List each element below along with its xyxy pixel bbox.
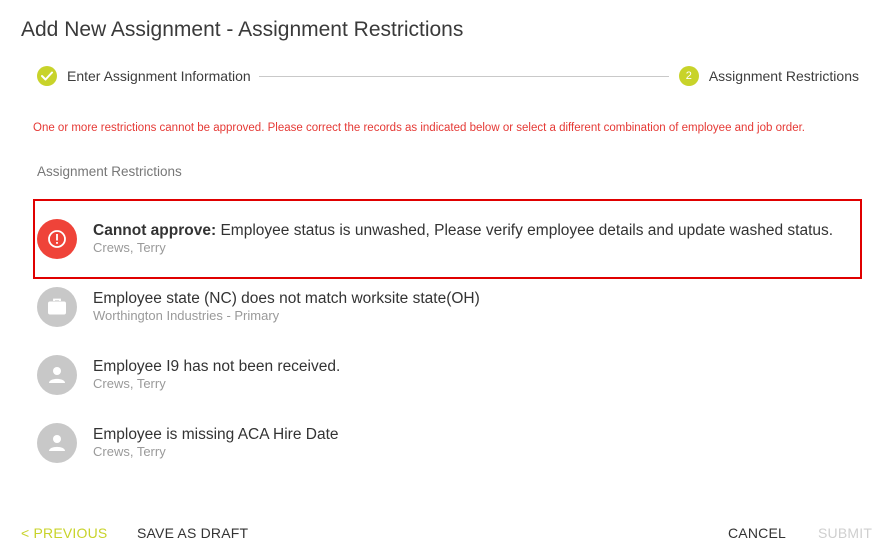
- restriction-prefix: Cannot approve:: [93, 222, 217, 239]
- restriction-message: Employee state (NC) does not match works…: [93, 290, 480, 307]
- dialog-title: Add New Assignment - Assignment Restrict…: [21, 18, 464, 41]
- restriction-item: Cannot approve: Employee status is unwas…: [37, 219, 833, 259]
- section-label: Assignment Restrictions: [37, 164, 182, 179]
- error-message: One or more restrictions cannot be appro…: [33, 122, 805, 134]
- step-number: 2: [678, 66, 699, 86]
- restriction-message: Cannot approve: Employee status is unwas…: [93, 222, 834, 239]
- step-assignment-restrictions[interactable]: 2 Assignment Restrictions: [678, 66, 859, 86]
- save-as-draft-button[interactable]: SAVE AS DRAFT: [137, 525, 248, 541]
- alert-circle-icon: [37, 219, 77, 259]
- cancel-button[interactable]: CANCEL: [728, 525, 786, 541]
- step-label: Assignment Restrictions: [708, 68, 859, 84]
- restriction-subtitle: Crews, Terry: [93, 240, 166, 255]
- step-connector: [258, 75, 669, 77]
- submit-button[interactable]: SUBMIT: [818, 525, 872, 541]
- restriction-message: Employee I9 has not been received.: [93, 358, 341, 375]
- restriction-subtitle: Crews, Terry: [93, 444, 166, 459]
- restriction-message: Employee is missing ACA Hire Date: [93, 426, 339, 443]
- stepper: Enter Assignment Information 2 Assignmen…: [37, 66, 859, 86]
- check-icon: [37, 66, 57, 86]
- restriction-item: Employee I9 has not been received. Crews…: [37, 355, 340, 395]
- person-icon: [37, 355, 77, 395]
- step-label: Enter Assignment Information: [67, 68, 251, 84]
- restriction-item: Employee is missing ACA Hire Date Crews,…: [37, 423, 339, 463]
- briefcase-icon: [37, 287, 77, 327]
- step-enter-assignment-info[interactable]: Enter Assignment Information: [37, 66, 251, 86]
- person-icon: [37, 423, 77, 463]
- previous-button[interactable]: < PREVIOUS: [21, 525, 107, 541]
- restriction-item: Employee state (NC) does not match works…: [37, 287, 480, 327]
- restriction-subtitle: Crews, Terry: [93, 376, 166, 391]
- restriction-subtitle: Worthington Industries - Primary: [93, 308, 280, 323]
